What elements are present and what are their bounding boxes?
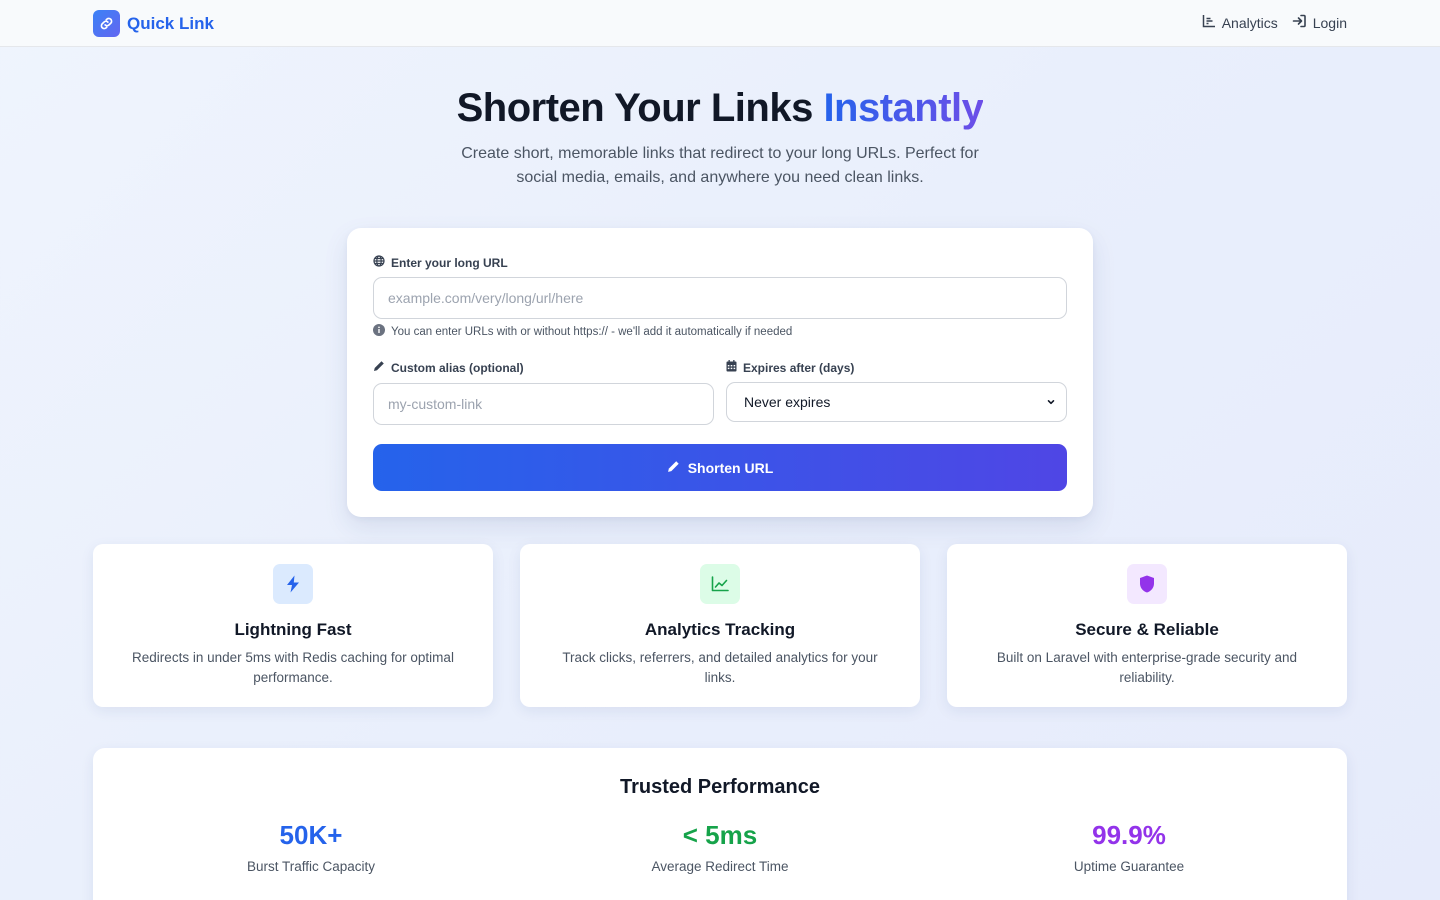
feature-card-fast: Lightning Fast Redirects in under 5ms wi… [93, 544, 493, 707]
bolt-icon [273, 564, 313, 604]
stat-value: 99.9% [1092, 820, 1166, 850]
feature-title: Secure & Reliable [1075, 620, 1219, 639]
nav-login-link[interactable]: Login [1292, 14, 1347, 31]
chevron-down-icon [1046, 394, 1056, 410]
nav-login-label: Login [1312, 14, 1347, 31]
stat-value: 50K+ [279, 820, 343, 850]
hero-title: Shorten Your Links Instantly [0, 86, 1440, 131]
stat-label: Average Redirect Time [651, 859, 789, 874]
expires-select[interactable]: Never expires [726, 382, 1067, 422]
url-hint: You can enter URLs with or without https… [373, 324, 792, 339]
stat-value: < 5ms [682, 820, 758, 850]
feature-description: Redirects in under 5ms with Redis cachin… [132, 650, 454, 685]
expires-label: Expires after (days) [726, 360, 854, 375]
shorten-form-card: Enter your long URL You can enter URLs w… [347, 228, 1093, 517]
stat-item: 50K+ Burst Traffic Capacity [161, 820, 461, 874]
sign-in-icon [1292, 14, 1307, 31]
stat-item: < 5ms Average Redirect Time [570, 820, 870, 874]
stat-label: Uptime Guarantee [1073, 859, 1185, 874]
stats-title: Trusted Performance [619, 776, 821, 798]
navbar: Quick Link Analytics Login [0, 0, 1440, 47]
shield-icon [1127, 564, 1167, 604]
hero-subtitle: Create short, memorable links that redir… [461, 145, 979, 186]
feature-description: Track clicks, referrers, and detailed an… [562, 650, 878, 685]
chart-line-icon [700, 564, 740, 604]
info-icon [373, 324, 385, 339]
alias-label-text: Custom alias (optional) [391, 360, 524, 375]
pencil-icon [373, 360, 385, 375]
globe-icon [373, 255, 385, 270]
alias-label: Custom alias (optional) [373, 360, 524, 375]
feature-description: Built on Laravel with enterprise-grade s… [996, 650, 1298, 685]
pencil-icon [667, 460, 680, 476]
url-hint-text: You can enter URLs with or without https… [391, 325, 793, 338]
brand-name: Quick Link [127, 13, 214, 33]
bar-chart-icon [1202, 14, 1216, 31]
stat-label: Burst Traffic Capacity [246, 859, 376, 874]
url-label: Enter your long URL [373, 255, 508, 270]
feature-card-secure: Secure & Reliable Built on Laravel with … [947, 544, 1347, 707]
hero-title-accent: Instantly [823, 86, 984, 130]
url-label-text: Enter your long URL [391, 255, 508, 270]
nav-analytics-label: Analytics [1221, 14, 1278, 31]
feature-title: Analytics Tracking [644, 620, 796, 639]
feature-card-analytics: Analytics Tracking Track clicks, referre… [520, 544, 920, 707]
stat-item: 99.9% Uptime Guarantee [979, 820, 1279, 874]
feature-title: Lightning Fast [234, 620, 352, 639]
expires-selected-value: Never expires [744, 394, 831, 410]
brand-link[interactable]: Quick Link [93, 10, 214, 37]
nav-analytics-link[interactable]: Analytics [1202, 14, 1278, 31]
link-icon [93, 10, 120, 37]
custom-alias-input[interactable] [373, 383, 714, 425]
nav-links: Analytics Login [1202, 14, 1347, 31]
shorten-url-label: Shorten URL [687, 459, 774, 476]
stats-section: Trusted Performance 50K+ Burst Traffic C… [93, 748, 1347, 900]
long-url-input[interactable] [373, 277, 1067, 319]
hero-title-main: Shorten Your Links [456, 86, 824, 130]
expires-label-text: Expires after (days) [743, 360, 855, 375]
shorten-url-button[interactable]: Shorten URL [373, 444, 1067, 491]
calendar-icon [726, 360, 737, 375]
